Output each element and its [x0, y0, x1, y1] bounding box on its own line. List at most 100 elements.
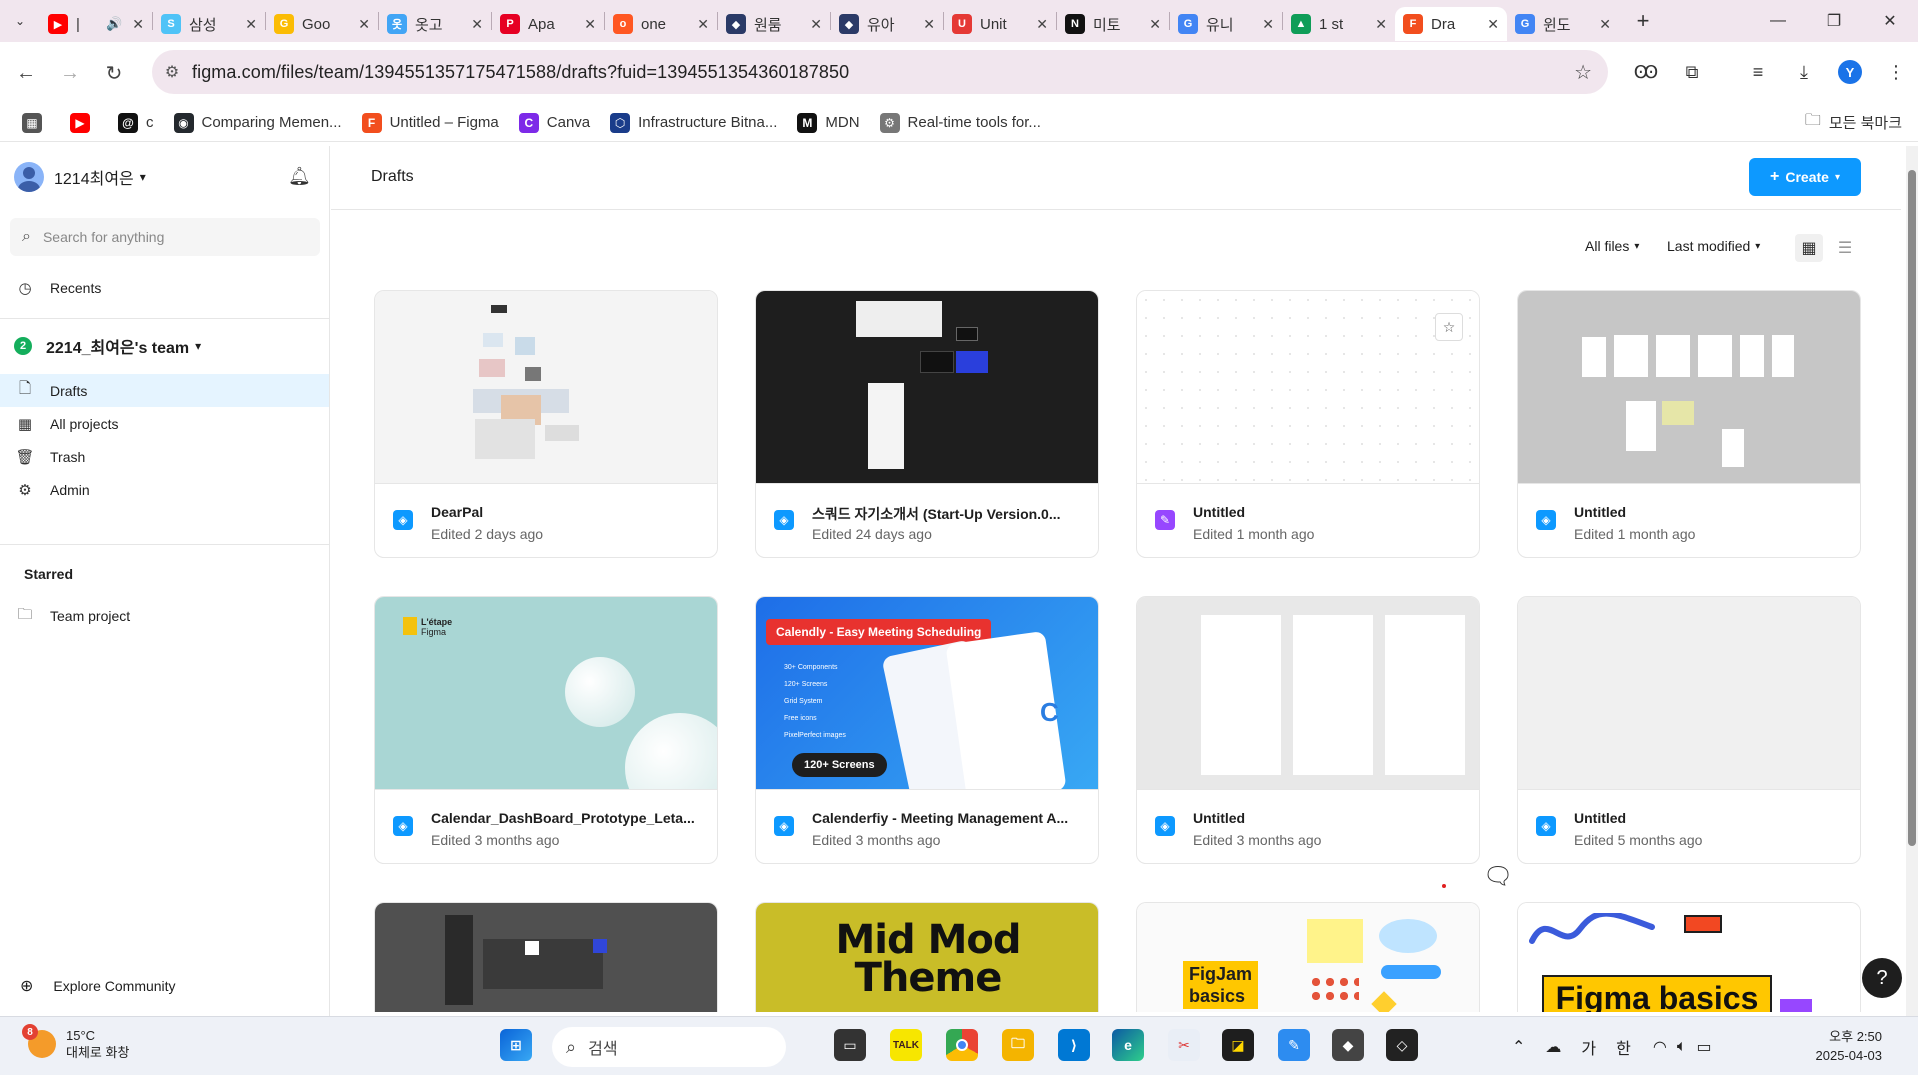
- restore-icon[interactable]: ❐: [1806, 0, 1862, 42]
- file-card[interactable]: [374, 902, 718, 1012]
- ime-korean[interactable]: 가: [1581, 1035, 1596, 1059]
- close-tab-icon[interactable]: ✕: [1036, 16, 1048, 33]
- sidebar-item-recents[interactable]: ◷ Recents: [0, 268, 329, 308]
- browser-tab[interactable]: S 삼성 ✕: [153, 7, 265, 41]
- file-card[interactable]: ◈ Untitled Edited 1 month ago: [1517, 290, 1861, 558]
- file-card[interactable]: ◈ 스쿼드 자기소개서 (Start-Up Version.0... Edite…: [755, 290, 1099, 558]
- minimize-icon[interactable]: —: [1750, 0, 1806, 42]
- file-explorer-icon[interactable]: 🗀: [1002, 1029, 1034, 1061]
- browser-tab[interactable]: G 유니 ✕: [1170, 7, 1282, 41]
- windows-start-icon[interactable]: ⊞: [500, 1029, 532, 1061]
- file-card[interactable]: FigJam basics: [1136, 902, 1480, 1012]
- browser-tab[interactable]: F Dra ✕: [1395, 7, 1507, 41]
- close-tab-icon[interactable]: ✕: [1262, 16, 1274, 33]
- account-switcher[interactable]: 1214최여은 ▾: [14, 162, 146, 192]
- browser-tab[interactable]: ◆ 원룸 ✕: [718, 7, 830, 41]
- team-switcher[interactable]: 2 2214_최여은's team ▾: [14, 334, 201, 358]
- scrollbar[interactable]: [1906, 146, 1918, 1016]
- bookmark-item[interactable]: F Untitled – Figma: [361, 112, 499, 133]
- close-tab-icon[interactable]: ✕: [810, 16, 822, 33]
- download-icon[interactable]: ⤓: [1788, 56, 1820, 88]
- onedrive-icon[interactable]: ☁: [1545, 1037, 1561, 1057]
- close-tab-icon[interactable]: ✕: [1487, 16, 1499, 33]
- sidebar-item-drafts[interactable]: 🗋 Drafts: [0, 374, 329, 407]
- bookmark-item[interactable]: ▦: [22, 112, 50, 133]
- close-tab-icon[interactable]: ✕: [1375, 16, 1387, 33]
- file-card[interactable]: ◈ Untitled Edited 5 months ago: [1517, 596, 1861, 864]
- vscode-icon[interactable]: ⟩: [1058, 1029, 1090, 1061]
- file-card[interactable]: Calendly - Easy Meeting Scheduling 30+ C…: [755, 596, 1099, 864]
- close-tab-icon[interactable]: ✕: [697, 16, 709, 33]
- bookmark-item[interactable]: ▶: [70, 112, 98, 133]
- browser-tab[interactable]: G Goo ✕: [266, 7, 378, 41]
- browser-tab[interactable]: 옷 옷고 ✕: [379, 7, 491, 41]
- scrollbar-thumb[interactable]: [1908, 170, 1916, 846]
- media-icon[interactable]: ≡: [1742, 56, 1774, 88]
- browser-tab[interactable]: P Apa ✕: [492, 7, 604, 41]
- bookmark-item[interactable]: ⬡ Infrastructure Bitna...: [610, 112, 777, 133]
- list-view-icon[interactable]: ☰: [1831, 234, 1859, 262]
- bookmark-item[interactable]: ◉ Comparing Memen...: [173, 112, 342, 133]
- browser-tab[interactable]: G 윈도 ✕: [1507, 7, 1619, 41]
- notification-bell-icon[interactable]: 🔔︎: [288, 166, 311, 187]
- app-icon[interactable]: ✎: [1278, 1029, 1310, 1061]
- kakaotalk-icon[interactable]: TALK: [890, 1029, 922, 1061]
- task-view-icon[interactable]: ▭: [834, 1029, 866, 1061]
- new-tab-button[interactable]: +: [1625, 8, 1661, 34]
- file-card[interactable]: ☆ ✎ Untitled Edited 1 month ago: [1136, 290, 1480, 558]
- help-button[interactable]: ?: [1862, 958, 1902, 998]
- close-tab-icon[interactable]: ✕: [923, 16, 935, 33]
- battery-icon[interactable]: ▭: [1696, 1037, 1711, 1057]
- reader-icon[interactable]: Ꙭ: [1630, 56, 1662, 88]
- browser-tab[interactable]: ◆ 유아 ✕: [831, 7, 943, 41]
- sidebar-item-team-project[interactable]: 🗀 Team project: [0, 596, 329, 636]
- extensions-icon[interactable]: ⧉: [1676, 56, 1708, 88]
- close-tab-icon[interactable]: ✕: [358, 16, 370, 33]
- wifi-icon[interactable]: ◠: [1653, 1037, 1667, 1057]
- audio-icon[interactable]: 🔊: [106, 16, 122, 32]
- edge-icon[interactable]: e: [1112, 1029, 1144, 1061]
- bookmark-item[interactable]: @ c: [118, 112, 154, 133]
- file-card[interactable]: Mid Mod Theme: [755, 902, 1099, 1012]
- sidebar-item-trash[interactable]: 🗑 Trash: [0, 440, 329, 473]
- site-info-icon[interactable]: ⚙: [152, 62, 192, 82]
- back-icon[interactable]: ←: [4, 53, 48, 93]
- close-window-icon[interactable]: ✕: [1862, 0, 1918, 42]
- file-card[interactable]: ◈ DearPal Edited 2 days ago: [374, 290, 718, 558]
- browser-tab[interactable]: ▶ | 🔊 ✕: [40, 7, 152, 41]
- file-card[interactable]: ◈ Untitled Edited 3 months ago: [1136, 596, 1480, 864]
- forward-icon[interactable]: →: [48, 53, 92, 93]
- close-tab-icon[interactable]: ✕: [1599, 16, 1611, 33]
- create-button[interactable]: + Create ▾: [1749, 158, 1861, 196]
- sidebar-item-all-projects[interactable]: ▦ All projects: [0, 407, 329, 440]
- close-tab-icon[interactable]: ✕: [584, 16, 596, 33]
- browser-tab[interactable]: o one ✕: [605, 7, 717, 41]
- browser-tab[interactable]: N 미토 ✕: [1057, 7, 1169, 41]
- star-icon[interactable]: ☆: [1435, 313, 1463, 341]
- browser-tab[interactable]: U Unit ✕: [944, 7, 1056, 41]
- file-filter-dropdown[interactable]: All files ▾: [1585, 238, 1639, 254]
- url-text[interactable]: figma.com/files/team/1394551357175471588…: [192, 62, 849, 83]
- chevron-up-icon[interactable]: ⌃: [1512, 1037, 1525, 1057]
- profile-button[interactable]: Y: [1834, 56, 1866, 88]
- bookmark-item[interactable]: ⚙ Real-time tools for...: [879, 112, 1041, 133]
- unity-icon[interactable]: ◇: [1386, 1029, 1418, 1061]
- menu-icon[interactable]: ⋮: [1880, 56, 1912, 88]
- close-tab-icon[interactable]: ✕: [1149, 16, 1161, 33]
- snipping-tool-icon[interactable]: ✂: [1168, 1029, 1200, 1061]
- taskbar-search[interactable]: ⌕ 검색: [552, 1027, 786, 1067]
- unity-hub-icon[interactable]: ◆: [1332, 1029, 1364, 1061]
- sidebar-item-admin[interactable]: ⚙ Admin: [0, 473, 329, 506]
- file-card[interactable]: L'étape Figma ◈ Calendar_DashBoard_Proto…: [374, 596, 718, 864]
- chrome-icon[interactable]: [946, 1029, 978, 1061]
- sticky-notes-icon[interactable]: ◪: [1222, 1029, 1254, 1061]
- close-tab-icon[interactable]: ✕: [471, 16, 483, 33]
- close-tab-icon[interactable]: ✕: [132, 16, 144, 33]
- volume-icon[interactable]: 🔈︎: [1677, 1038, 1687, 1056]
- file-card[interactable]: Figma basics: [1517, 902, 1861, 1012]
- reload-icon[interactable]: ↻: [92, 53, 136, 93]
- bookmark-star-icon[interactable]: ☆: [1574, 60, 1592, 85]
- grid-view-icon[interactable]: ▦: [1795, 234, 1823, 262]
- browser-tab[interactable]: ▲ 1 st ✕: [1283, 7, 1395, 41]
- close-tab-icon[interactable]: ✕: [245, 16, 257, 33]
